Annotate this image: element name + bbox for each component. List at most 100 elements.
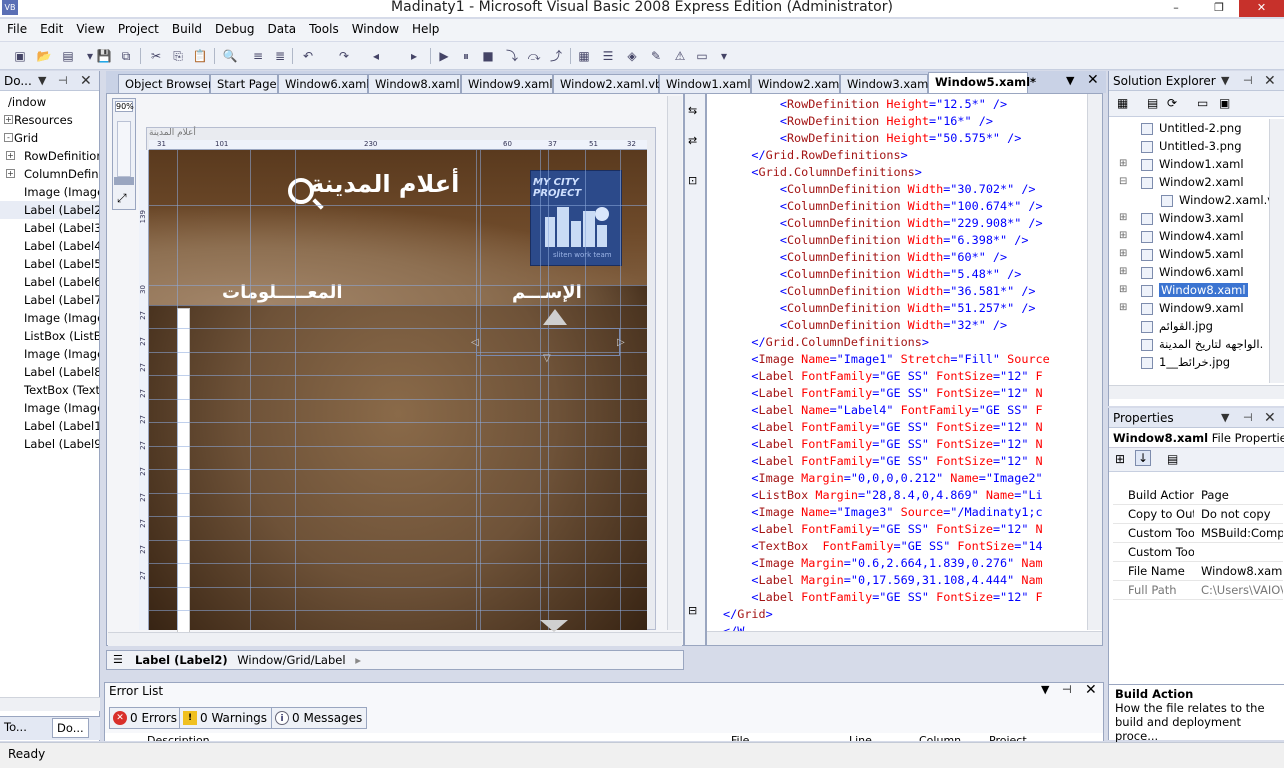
uncomment-icon[interactable]: ≣ [272,48,288,64]
step-out-icon[interactable]: ⤴ [548,48,564,64]
navigate-back-icon[interactable]: ◂ [368,48,384,64]
navigate-forward-icon[interactable]: ▸ [406,48,422,64]
column-project[interactable]: Project [989,733,1027,741]
properties-icon[interactable]: ☰ [600,48,616,64]
menu-data[interactable]: Data [260,19,302,36]
expand-icon[interactable]: + [4,115,13,124]
bottom-handle-icon[interactable]: ▽ [543,353,551,364]
save-icon[interactable]: 💾 [96,48,112,64]
code-line[interactable]: <ColumnDefinition Width="100.674*" /> [723,198,1095,215]
outline-item[interactable]: Label (Label4) [0,237,99,255]
code-line[interactable]: <ColumnDefinition Width="32*" /> [723,317,1095,334]
alphabetical-icon[interactable]: ↓ [1135,450,1152,466]
solution-item[interactable]: Untitled-2.png [1109,119,1277,137]
code-line[interactable]: <Label FontFamily="GE SS" FontSize="12" … [723,419,1095,436]
split-bar[interactable]: ⇆ ⇄ ⊡ ⊟ [684,93,706,646]
tab-window9-xaml[interactable]: Window9.xaml [461,74,553,93]
tab-window6-xaml[interactable]: Window6.xaml [278,74,370,93]
property-value[interactable]: C:\Users\VAIO\ [1201,581,1283,599]
menu-edit[interactable]: Edit [33,19,69,36]
undo-icon[interactable]: ↶ [300,48,316,64]
column-description[interactable]: Description [147,733,210,741]
immediate-icon[interactable]: ▭ [694,48,710,64]
outline-item[interactable]: + RowDefinitions [0,147,99,165]
pin-icon[interactable]: ⊣ [1062,683,1072,696]
expand-icon[interactable]: + [6,169,15,178]
error-list-icon[interactable]: ⚠ [672,48,688,64]
collapse-icon[interactable]: ⊟ [1119,173,1127,191]
property-value[interactable]: Page [1201,486,1283,504]
panel-menu-icon[interactable]: ▼ [38,71,46,91]
solution-item[interactable]: ⊞ Window6.xaml [1109,263,1277,281]
code-line[interactable]: <ColumnDefinition Width="30.702*" /> [723,181,1095,198]
step-over-icon[interactable]: ⤼ [526,48,542,64]
properties-icon[interactable]: ▦ [1117,96,1128,110]
panel-close-icon[interactable]: ✕ [1085,682,1097,698]
property-value[interactable]: Window8.xaml [1201,562,1283,580]
property-row[interactable]: File Name Window8.xaml [1113,562,1283,581]
code-line[interactable]: <ColumnDefinition Width="51.257*" /> [723,300,1095,317]
panel-close-icon[interactable]: ✕ [1264,408,1276,428]
add-item-icon[interactable]: ▣ [12,48,28,64]
toolbox-icon[interactable]: ✎ [648,48,664,64]
new-project-icon[interactable]: ▤ [60,48,76,64]
tab-list-icon[interactable]: ▼ [1066,74,1074,87]
menu-window[interactable]: Window [345,19,405,36]
code-line[interactable]: <Grid.ColumnDefinitions> [723,164,1095,181]
menu-view[interactable]: View [69,19,110,36]
code-line[interactable]: <Label FontFamily="GE SS" FontSize="12" … [723,385,1095,402]
tab-window5-xaml-[interactable]: Window5.xaml* [928,72,1036,93]
stop-icon[interactable]: ■ [480,48,496,64]
minimize-button[interactable]: – [1158,0,1194,17]
show-all-files-icon[interactable]: ▤ [1147,96,1158,110]
expand-icon[interactable]: ⊞ [1119,245,1127,263]
solution-item[interactable]: القوائم.jpg [1109,317,1277,335]
pause-icon[interactable]: ⏸ [458,48,474,64]
toolbox-tab[interactable]: To... [4,720,27,734]
horizontal-split-icon[interactable]: ⊡ [688,174,697,187]
menu-help[interactable]: Help [405,19,445,36]
outline-item[interactable]: Image (Image2) [0,309,99,327]
solution-hscrollbar[interactable] [1109,385,1284,399]
tab-object-browser[interactable]: Object Browser [118,74,213,93]
solution-item[interactable]: الواجهه لتاريخ المدينة. [1109,335,1277,353]
code-line[interactable]: <ColumnDefinition Width="36.581*" /> [723,283,1095,300]
column-file[interactable]: File [731,733,749,741]
selected-label-box[interactable]: ◁ ▷ ▽ [471,309,625,364]
property-row[interactable]: Full Path C:\Users\VAIO\ [1113,581,1283,600]
zoom-thumb[interactable] [114,177,134,185]
close-button[interactable]: ✕ [1239,0,1284,17]
outline-item[interactable]: Label (Label7) [0,291,99,309]
solution-item[interactable]: ⊟ Window2.xaml [1109,173,1277,191]
outline-item[interactable]: Label (Label8) [0,363,99,381]
code-line[interactable]: <Image Margin="0,0,0,0.212" Name="Image2… [723,470,1095,487]
step-into-icon[interactable]: ⤵ [504,48,520,64]
outline-item[interactable]: ListBox (ListBox) [0,327,99,345]
tab-window1-xaml[interactable]: Window1.xaml [659,74,751,93]
left-handle-icon[interactable]: ◁ [471,337,479,348]
code-line[interactable]: <Image Margin="0.6,2.664,1.839,0.276" Na… [723,555,1095,572]
zoom-slider[interactable]: 90% ⤢ [112,98,136,210]
solution-item[interactable]: ⊞ Window8.xaml [1109,281,1277,299]
menu-project[interactable]: Project [111,19,165,36]
code-line[interactable]: </Grid.ColumnDefinitions> [723,334,1095,351]
expand-icon[interactable]: ⊞ [1119,155,1127,173]
designer-vscrollbar[interactable] [667,96,682,630]
cut-icon[interactable]: ✂ [148,48,164,64]
outline-item[interactable]: Label (Label3) [0,219,99,237]
expand-icon[interactable]: ⊞ [1119,227,1127,245]
menu-tools[interactable]: Tools [302,19,345,36]
outline-item[interactable]: Label (Label9) [0,435,99,453]
outline-item[interactable]: + ColumnDefinitions [0,165,99,183]
panel-menu-icon[interactable]: ▼ [1041,683,1049,696]
redo-icon[interactable]: ↷ [336,48,352,64]
outline-hscrollbar[interactable] [0,697,100,711]
start-icon[interactable]: ▶ [436,48,452,64]
expand-icon[interactable]: ⊞ [1119,299,1127,317]
property-value[interactable]: MSBuild:Compile [1201,524,1283,542]
code-line[interactable]: <ColumnDefinition Width="60*" /> [723,249,1095,266]
solution-vscrollbar[interactable] [1269,119,1284,383]
code-line[interactable]: <Label FontFamily="GE SS" FontSize="12" … [723,521,1095,538]
view-code-icon[interactable]: ▭ [1197,96,1208,110]
pin-icon[interactable]: ⊣ [58,71,68,91]
